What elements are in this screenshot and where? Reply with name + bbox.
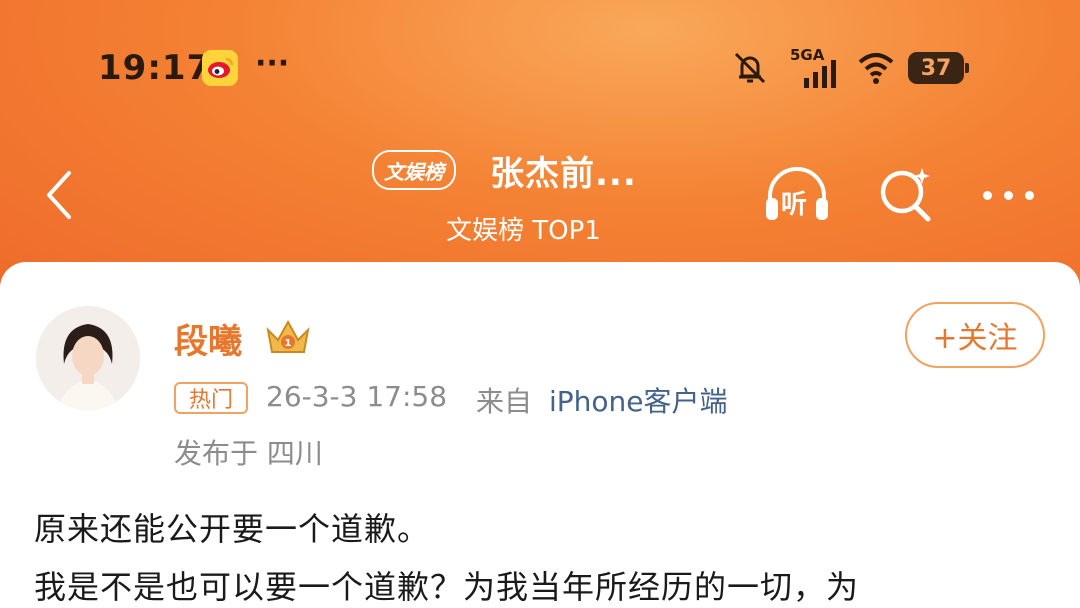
weibo-icon: [202, 50, 238, 86]
user-avatar[interactable]: [36, 306, 140, 410]
hot-tag-badge: 热门: [174, 382, 248, 414]
mute-bell-icon: [734, 52, 766, 84]
post-username[interactable]: 段曦: [174, 314, 242, 363]
post-text-line: 原来还能公开要一个道歉。: [34, 510, 431, 548]
svg-text:1: 1: [285, 338, 292, 349]
listen-label: 听: [781, 190, 808, 220]
topic-rank-badge: 文娱榜: [372, 150, 456, 190]
status-more-icon: ···: [255, 46, 290, 81]
more-dot-icon: [982, 190, 992, 200]
battery-icon: 37: [908, 52, 969, 84]
cellular-signal-icon: 5GA: [782, 46, 844, 88]
follow-button[interactable]: +关注: [905, 302, 1045, 368]
more-dot-icon: [1024, 190, 1034, 200]
topic-rank-label: 文娱榜 TOP1: [446, 216, 601, 246]
wifi-icon: [858, 53, 894, 84]
status-time: 19:17: [98, 48, 212, 88]
more-dot-icon: [1003, 190, 1013, 200]
search-icon: [880, 168, 931, 222]
search-button[interactable]: [876, 164, 940, 226]
vip-crown-icon: 1: [266, 319, 310, 353]
listen-button[interactable]: 听: [762, 164, 832, 226]
back-button[interactable]: [34, 166, 82, 224]
post-source-link[interactable]: iPhone客户端: [549, 380, 728, 420]
post-source-prefix: 来自: [476, 385, 533, 418]
post-text-line: 我是不是也可以要一个道歉？为我当年所经历的一切，为: [34, 568, 860, 606]
topic-title[interactable]: 张杰前...: [490, 146, 637, 195]
chevron-left-icon: [47, 171, 71, 219]
status-indicators: 5GA 37: [730, 46, 969, 90]
post-location: 发布于 四川: [174, 437, 323, 470]
more-options-button[interactable]: [972, 180, 1044, 210]
post-timestamp: 26-3-3 17:58: [266, 380, 448, 413]
